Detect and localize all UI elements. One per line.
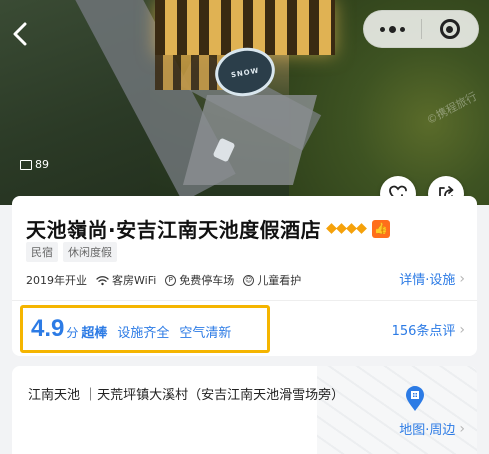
more-button[interactable] bbox=[364, 25, 421, 33]
parking-icon: P bbox=[165, 274, 177, 286]
thumbs-up-icon: 👍 bbox=[374, 222, 388, 235]
back-button[interactable] bbox=[10, 22, 32, 46]
card-divider bbox=[12, 300, 477, 301]
child-care-icon: ☺ bbox=[243, 274, 255, 286]
snow-sign-text: SNOW bbox=[230, 66, 260, 80]
amenity-label: 客房WiFi bbox=[112, 274, 157, 287]
hotel-tag: 休闲度假 bbox=[63, 242, 117, 262]
details-facilities-link[interactable]: 详情·设施 › bbox=[399, 269, 465, 289]
dot-icon bbox=[399, 26, 405, 32]
chevron-left-icon bbox=[13, 22, 27, 46]
review-tag: 空气清新 bbox=[179, 326, 232, 341]
thumbs-up-badge[interactable]: 👍 bbox=[372, 219, 391, 238]
photo-count[interactable]: 89 bbox=[20, 158, 49, 171]
chevron-right-icon: › bbox=[459, 321, 465, 338]
reviews-link[interactable]: 156条点评 › bbox=[391, 320, 465, 340]
dot-icon bbox=[379, 26, 385, 32]
review-tag: 设施齐全 bbox=[117, 326, 170, 341]
map-pin-icon bbox=[406, 386, 424, 411]
map-nearby-label: 地图·周边 bbox=[399, 423, 456, 438]
dot-icon bbox=[388, 25, 396, 33]
photo-count-value: 89 bbox=[35, 158, 49, 171]
amenities-row: 2019年开业 客房WiFi P 免费停车场 ☺ 儿童看护 bbox=[26, 272, 301, 288]
amenity-wifi: 客房WiFi bbox=[96, 272, 156, 288]
hotel-tag: 民宿 bbox=[26, 242, 58, 262]
hotel-info-card: 天池嶺尚·安吉江南天池度假酒店 👍 民宿 休闲度假 2019年开业 客房WiFi… bbox=[12, 196, 477, 356]
details-facilities-label: 详情·设施 bbox=[399, 273, 456, 288]
miniprogram-capsule bbox=[363, 10, 479, 48]
map-nearby-link[interactable]: 地图·周边 › bbox=[399, 419, 465, 439]
chevron-right-icon: › bbox=[459, 270, 465, 287]
target-icon bbox=[439, 19, 460, 39]
diamond-rating[interactable] bbox=[326, 223, 368, 234]
diamond-icon bbox=[356, 223, 368, 234]
rating-summary[interactable]: 4.9 分 超棒 设施齐全 空气清新 bbox=[20, 305, 270, 353]
rating-unit: 分 bbox=[66, 326, 79, 340]
hotel-address: 江南天池 ｜天荒坪镇大溪村（安吉江南天池滑雪场旁） bbox=[28, 388, 345, 403]
amenity-opening-year: 2019年开业 bbox=[26, 272, 87, 288]
image-icon bbox=[20, 159, 32, 170]
map-thumbnail bbox=[317, 366, 477, 454]
wifi-icon bbox=[96, 275, 109, 285]
amenity-label: 儿童看护 bbox=[257, 274, 302, 287]
address-card[interactable]: 江南天池 ｜天荒坪镇大溪村（安吉江南天池滑雪场旁） 地图·周边 › bbox=[12, 366, 477, 454]
chevron-right-icon: › bbox=[459, 420, 465, 437]
amenity-parking: P 免费停车场 bbox=[165, 272, 234, 288]
amenity-label: 免费停车场 bbox=[179, 274, 235, 287]
close-miniprogram-button[interactable] bbox=[422, 19, 479, 39]
amenity-label: 2019年开业 bbox=[26, 274, 87, 287]
amenity-child-care: ☺ 儿童看护 bbox=[243, 272, 301, 288]
rating-score: 4.9 bbox=[31, 315, 65, 342]
hotel-name: 天池嶺尚·安吉江南天池度假酒店 bbox=[26, 218, 322, 242]
hotel-tags: 民宿 休闲度假 bbox=[26, 242, 117, 262]
rating-level: 超棒 bbox=[81, 326, 108, 341]
reviews-count-label: 156条点评 bbox=[391, 324, 456, 339]
title-row: 天池嶺尚·安吉江南天池度假酒店 👍 bbox=[26, 214, 391, 243]
